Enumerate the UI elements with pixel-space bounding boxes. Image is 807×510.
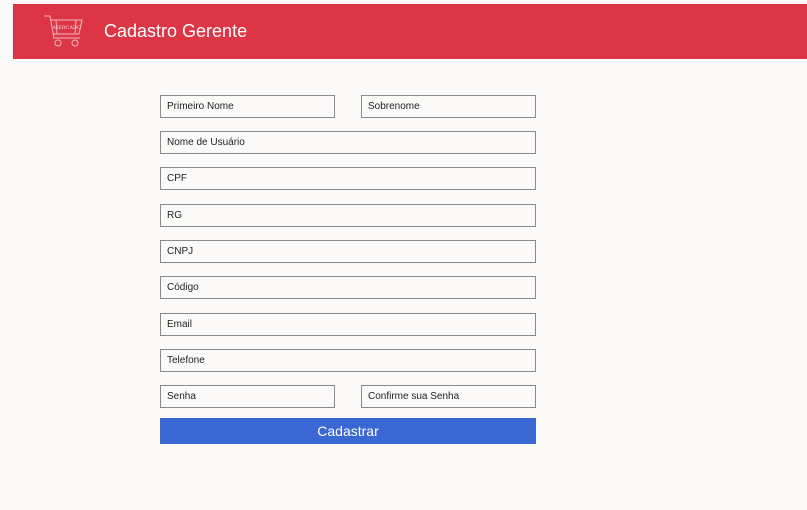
first-name-input[interactable] — [160, 95, 335, 118]
last-name-input[interactable] — [361, 95, 536, 118]
shopping-cart-icon[interactable]: MERCADO — [42, 12, 86, 50]
submit-button[interactable]: Cadastrar — [160, 418, 536, 444]
rg-input[interactable] — [160, 204, 536, 227]
email-input[interactable] — [160, 313, 536, 336]
logo-text: MERCADO — [53, 25, 81, 31]
password-input[interactable] — [160, 385, 335, 408]
page-title: Cadastro Gerente — [104, 21, 248, 41]
phone-input[interactable] — [160, 349, 536, 372]
code-input[interactable] — [160, 276, 536, 299]
cnpj-input[interactable] — [160, 240, 536, 263]
confirm-password-input[interactable] — [361, 385, 536, 408]
cpf-input[interactable] — [160, 167, 536, 190]
registration-page: MERCADO Cadastro Gerente Cadastrar — [0, 0, 807, 510]
header-bar: MERCADO Cadastro Gerente — [13, 4, 807, 59]
username-input[interactable] — [160, 131, 536, 154]
